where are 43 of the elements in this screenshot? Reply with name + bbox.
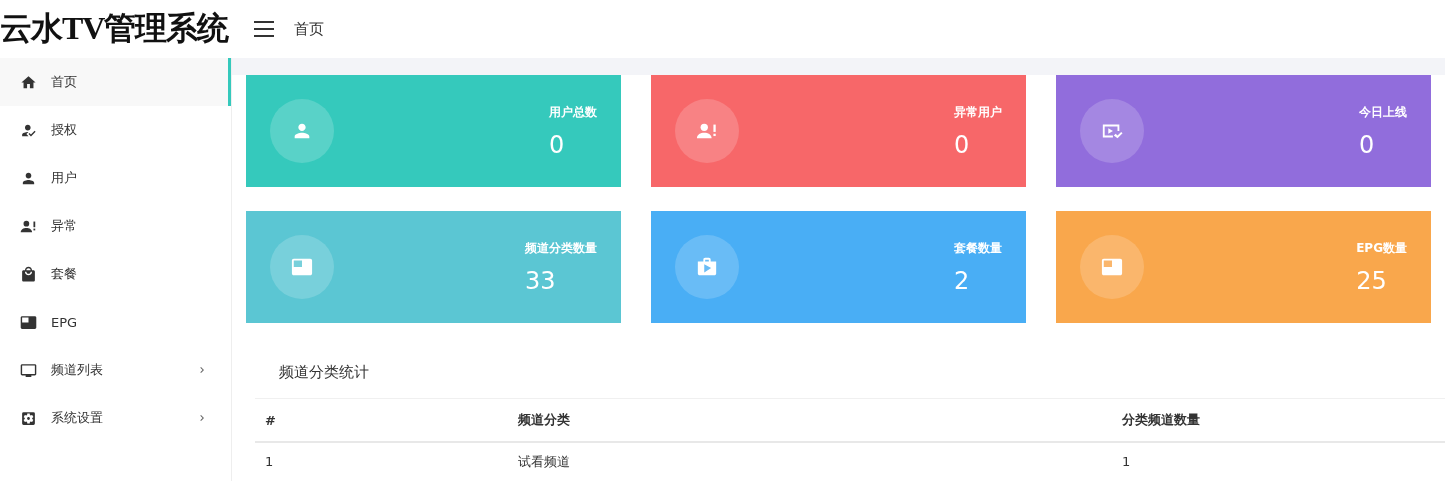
settings-icon <box>20 409 37 427</box>
sidebar-label: 套餐 <box>51 265 78 283</box>
column-header: 频道分类 <box>518 411 571 429</box>
sidebar-item[interactable]: 套餐 <box>0 250 231 298</box>
stat-value: 0 <box>954 130 970 159</box>
sidebar-item[interactable]: 用户 <box>0 154 231 202</box>
breadcrumb: 首页 <box>294 19 324 39</box>
sidebar-label: 用户 <box>51 169 78 187</box>
sidebar-item[interactable]: 频道列表 <box>0 346 231 394</box>
stat-label: EPG数量 <box>1356 239 1407 257</box>
bag-play-icon <box>696 256 718 278</box>
sidebar-label: 异常 <box>51 217 78 235</box>
table-cell-text: 1 <box>1122 454 1132 469</box>
table-title: 频道分类统计 <box>278 362 370 383</box>
stat-value: 33 <box>525 266 556 295</box>
table-cell-text: 试看频道 <box>518 452 571 471</box>
sidebar-label: EPG <box>51 314 79 330</box>
sidebar-item[interactable]: 异常 <box>0 202 231 250</box>
stat-label: 用户总数 <box>549 103 597 121</box>
sidebar-item[interactable]: EPG <box>0 298 231 346</box>
stat-value: 2 <box>954 266 970 295</box>
tv-icon <box>20 361 37 379</box>
home-icon <box>20 73 37 91</box>
sidebar-label: 首页 <box>51 73 78 91</box>
menu-button[interactable] <box>254 21 274 37</box>
stat-label: 套餐数量 <box>954 239 1002 257</box>
bag-icon <box>20 265 37 283</box>
logo: 云水TV管理系统 <box>0 9 230 48</box>
stat-value: 0 <box>549 130 565 159</box>
sidebar-item[interactable]: 授权 <box>0 106 231 154</box>
stat-value: 25 <box>1356 266 1387 295</box>
sidebar-label: 系统设置 <box>51 409 104 427</box>
sidebar-item[interactable]: 首页 <box>0 58 231 106</box>
sidebar-label: 授权 <box>51 121 78 139</box>
sidebar-item[interactable]: 系统设置 <box>0 394 231 442</box>
stat-label: 今日上线 <box>1359 103 1407 121</box>
column-header: 分类频道数量 <box>1122 411 1201 429</box>
sidebar-label: 频道列表 <box>51 361 104 379</box>
stat-value: 0 <box>1359 130 1375 159</box>
stat-label: 异常用户 <box>954 103 1002 121</box>
table-cell-text: 1 <box>265 454 275 469</box>
stat-label: 频道分类数量 <box>525 239 597 257</box>
column-header: # <box>265 412 277 428</box>
